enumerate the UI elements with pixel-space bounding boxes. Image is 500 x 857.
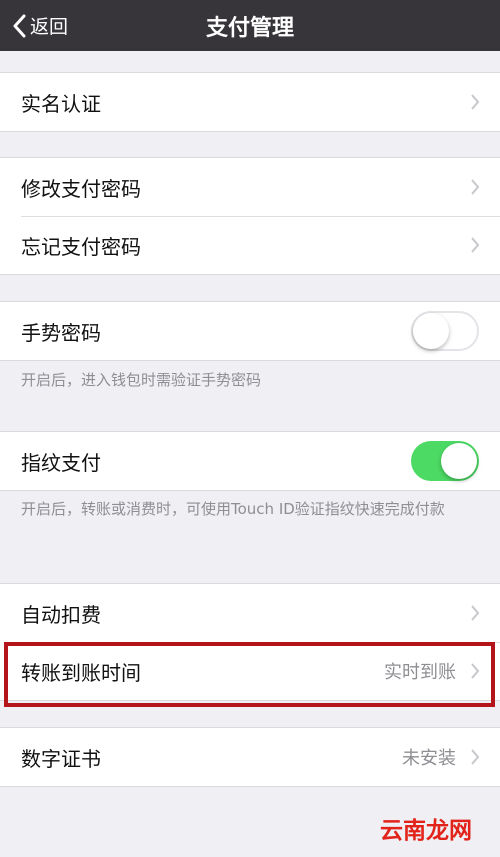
toggle-knob	[413, 313, 449, 349]
digital-certificate-label: 数字证书	[21, 746, 101, 771]
highlight-box	[4, 642, 495, 707]
fingerprint-pay-cell: 指纹支付	[0, 432, 500, 490]
realname-label: 实名认证	[21, 91, 101, 116]
fingerprint-pay-label: 指纹支付	[21, 450, 101, 475]
auto-deduct-label: 自动扣费	[21, 602, 101, 627]
watermark-logo: 云南龙网	[380, 818, 472, 844]
navigation-bar: 返回 支付管理	[0, 0, 500, 51]
fingerprint-footnote: 开启后，转账或消费时，可使用Touch ID验证指纹快速完成付款	[21, 500, 445, 518]
realname-group: 实名认证	[0, 72, 500, 132]
password-group: 修改支付密码 忘记支付密码	[0, 157, 500, 275]
fingerprint-pay-toggle[interactable]	[411, 441, 479, 481]
chevron-right-icon	[470, 237, 480, 257]
forgot-password-label: 忘记支付密码	[21, 234, 141, 259]
change-password-label: 修改支付密码	[21, 176, 141, 201]
chevron-right-icon	[470, 179, 480, 199]
fingerprint-group: 指纹支付	[0, 431, 500, 491]
realname-cell[interactable]: 实名认证	[0, 73, 500, 131]
chevron-right-icon	[470, 94, 480, 114]
chevron-right-icon	[470, 749, 480, 769]
gesture-footnote: 开启后，进入钱包时需验证手势密码	[21, 371, 262, 389]
gesture-password-cell: 手势密码	[0, 302, 500, 360]
gesture-password-toggle[interactable]	[411, 311, 479, 351]
certificate-group: 数字证书 未安装	[0, 727, 500, 787]
gesture-password-label: 手势密码	[21, 320, 101, 345]
change-password-cell[interactable]: 修改支付密码	[0, 158, 500, 216]
auto-deduct-cell[interactable]: 自动扣费	[0, 584, 500, 642]
chevron-right-icon	[470, 605, 480, 625]
digital-certificate-value: 未安装	[402, 748, 456, 769]
digital-certificate-cell[interactable]: 数字证书 未安装	[0, 728, 500, 786]
gesture-group: 手势密码	[0, 301, 500, 361]
page-title: 支付管理	[205, 15, 294, 41]
forgot-password-cell[interactable]: 忘记支付密码	[0, 216, 500, 274]
toggle-knob	[441, 443, 477, 479]
